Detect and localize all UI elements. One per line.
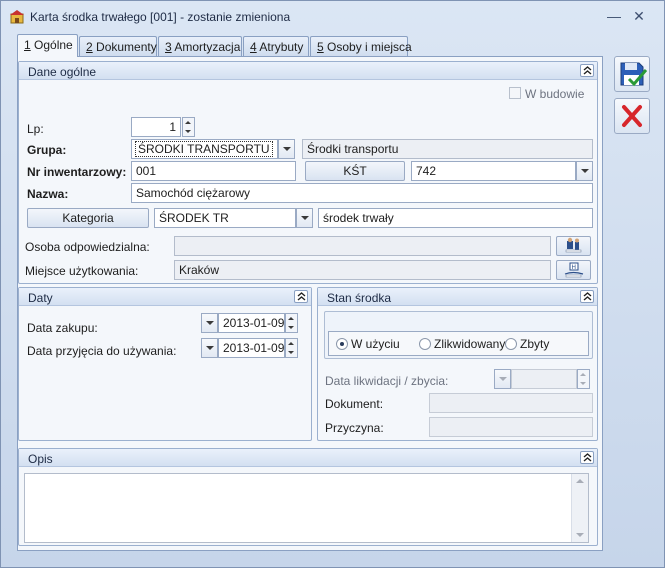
- radio-zlikwidowany[interactable]: [419, 338, 431, 350]
- kst-button[interactable]: KŚT: [305, 161, 405, 181]
- tab-ogolne[interactable]: 1 Ogólne: [17, 34, 78, 57]
- grupa-description: Środki transportu: [302, 139, 593, 159]
- stan-srodka-group: Stan środka W użyciu Zlikwidowany Zbyty …: [317, 287, 598, 441]
- kst-dropdown-icon[interactable]: [576, 161, 593, 181]
- radio-zbyty[interactable]: [505, 338, 517, 350]
- data-likwidacji-spinner[interactable]: [577, 369, 590, 389]
- opis-textarea[interactable]: [24, 473, 589, 543]
- tab-page-ogolne: Dane ogólne W budowie Lp: 1 Grupa: ŚRODK…: [17, 56, 603, 551]
- osoba-input[interactable]: [174, 236, 551, 256]
- daty-group: Daty Data zakupu: 2013-01-09 Data przyję…: [18, 287, 312, 441]
- save-button[interactable]: [614, 56, 650, 92]
- dokument-label: Dokument:: [325, 397, 384, 411]
- location-lookup-button[interactable]: H: [556, 260, 591, 280]
- svg-text:H: H: [572, 264, 577, 271]
- w-budowie-checkbox[interactable]: [509, 87, 521, 99]
- data-likwidacji-dropdown-icon[interactable]: [494, 369, 511, 389]
- data-zakupu-spinner[interactable]: [285, 313, 298, 333]
- przyczyna-label: Przyczyna:: [325, 421, 384, 435]
- group-title: Dane ogólne: [28, 65, 97, 79]
- nazwa-input[interactable]: Samochód ciężarowy: [131, 183, 593, 203]
- lp-label: Lp:: [27, 122, 44, 136]
- app-window: Karta środka trwałego [001] - zostanie z…: [0, 0, 665, 568]
- data-przyjecia-dropdown-icon[interactable]: [201, 338, 218, 358]
- kategoria-description[interactable]: środek trwały: [318, 208, 593, 228]
- cancel-icon: [622, 105, 642, 127]
- save-icon: [620, 62, 648, 87]
- przyczyna-input[interactable]: [429, 417, 593, 437]
- grupa-combo[interactable]: ŚRODKI TRANSPORTU: [131, 139, 278, 159]
- stan-radio-group: W użyciu Zlikwidowany Zbyty: [328, 331, 589, 356]
- tab-dokumenty[interactable]: 2 Dokumenty: [79, 36, 157, 56]
- minimize-icon[interactable]: —: [604, 7, 624, 25]
- collapse-icon[interactable]: [580, 290, 594, 303]
- title-bar: Karta środka trwałego [001] - zostanie z…: [1, 1, 664, 31]
- kategoria-dropdown-icon[interactable]: [296, 208, 313, 228]
- data-likwidacji-input[interactable]: [511, 369, 577, 389]
- location-icon: H: [564, 262, 584, 278]
- kategoria-combo[interactable]: ŚRODEK TR: [154, 208, 296, 228]
- grupa-label: Grupa:: [27, 143, 67, 157]
- window-title: Karta środka trwałego [001] - zostanie z…: [30, 10, 291, 24]
- lp-spinner[interactable]: [182, 117, 195, 137]
- close-window-icon[interactable]: ✕: [629, 7, 649, 25]
- group-header: Daty: [19, 288, 311, 306]
- group-title: Stan środka: [327, 291, 392, 305]
- data-przyjecia-spinner[interactable]: [285, 338, 298, 358]
- app-icon: [10, 10, 24, 24]
- lp-input[interactable]: 1: [131, 117, 181, 137]
- opis-group: Opis: [18, 448, 598, 546]
- person-lookup-button[interactable]: [556, 236, 591, 256]
- cancel-button[interactable]: [614, 98, 650, 134]
- kategoria-button[interactable]: Kategoria: [27, 208, 149, 228]
- miejsce-input[interactable]: Kraków: [174, 260, 551, 280]
- kst-combo[interactable]: 742: [411, 161, 576, 181]
- w-budowie-label: W budowie: [525, 87, 585, 101]
- radio-w-uzyciu-label: W użyciu: [351, 337, 400, 351]
- opis-scrollbar[interactable]: [571, 474, 588, 542]
- data-zakupu-input[interactable]: 2013-01-09: [218, 313, 285, 333]
- miejsce-label: Miejsce użytkowania:: [25, 264, 139, 278]
- group-title: Daty: [28, 291, 53, 305]
- dokument-input[interactable]: [429, 393, 593, 413]
- nr-inwentarzowy-label: Nr inwentarzowy:: [27, 165, 127, 179]
- group-header: Opis: [19, 449, 597, 467]
- person-icon: [565, 237, 582, 253]
- radio-w-uzyciu[interactable]: [336, 338, 348, 350]
- group-header: Dane ogólne: [19, 62, 597, 80]
- collapse-icon[interactable]: [580, 64, 594, 77]
- data-przyjecia-label: Data przyjęcia do używania:: [27, 344, 177, 358]
- nr-inwentarzowy-input[interactable]: 001: [131, 161, 296, 181]
- collapse-icon[interactable]: [580, 451, 594, 464]
- radio-zlikwidowany-label: Zlikwidowany: [434, 337, 506, 351]
- data-przyjecia-input[interactable]: 2013-01-09: [218, 338, 285, 358]
- data-likwidacji-label: Data likwidacji / zbycia:: [325, 374, 449, 388]
- osoba-label: Osoba odpowiedzialna:: [25, 240, 150, 254]
- grupa-dropdown-icon[interactable]: [278, 139, 295, 159]
- tab-osoby-i-miejsca[interactable]: 5 Osoby i miejsca: [310, 36, 412, 56]
- radio-zbyty-label: Zbyty: [520, 337, 550, 351]
- collapse-icon[interactable]: [294, 290, 308, 303]
- data-zakupu-label: Data zakupu:: [27, 321, 98, 335]
- tab-amortyzacja[interactable]: 3 Amortyzacja: [158, 36, 242, 56]
- tab-atrybuty[interactable]: 4 Atrybuty: [243, 36, 309, 56]
- stan-radio-frame: W użyciu Zlikwidowany Zbyty: [324, 311, 593, 359]
- nazwa-label: Nazwa:: [27, 187, 69, 201]
- data-zakupu-dropdown-icon[interactable]: [201, 313, 218, 333]
- group-title: Opis: [28, 452, 53, 466]
- group-header: Stan środka: [318, 288, 597, 306]
- dane-ogolne-group: Dane ogólne W budowie Lp: 1 Grupa: ŚRODK…: [18, 61, 598, 284]
